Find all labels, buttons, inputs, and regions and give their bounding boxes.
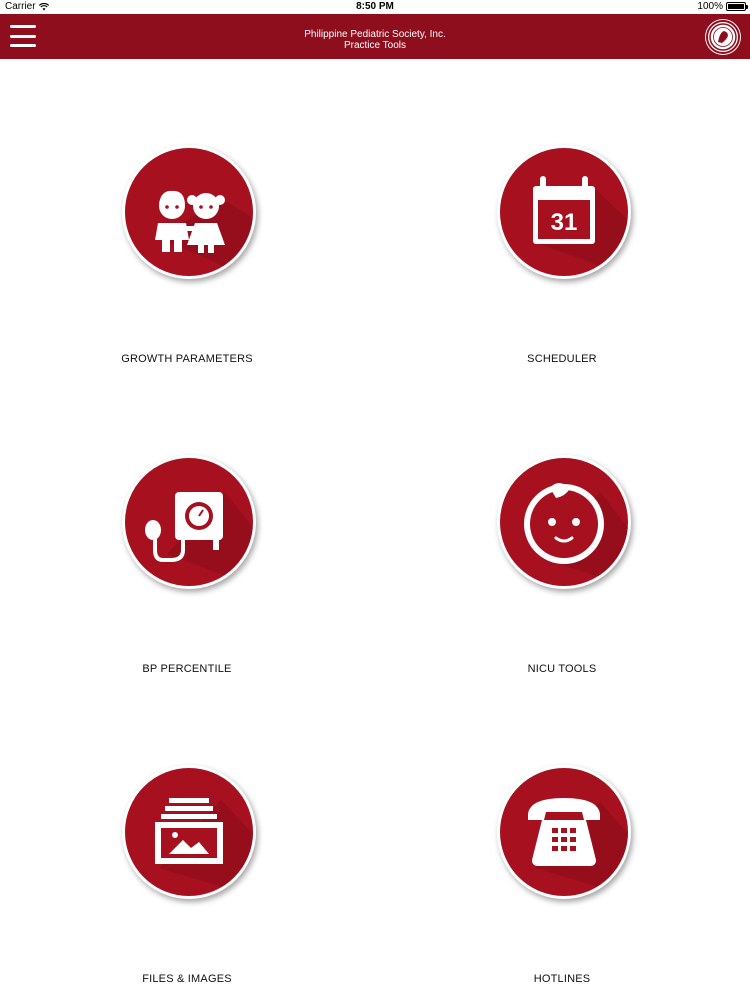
tile-nicu-tools[interactable]: NICU TOOLS [412,455,712,680]
battery-percent: 100% [697,1,723,12]
society-logo [706,20,740,54]
tile-scheduler[interactable]: 31 SCHEDULER [412,145,712,370]
tile-growth-parameters[interactable]: GROWTH PARAMETERS [37,145,337,370]
hotlines-button[interactable] [497,765,631,899]
calendar-icon: 31 [533,176,628,276]
tile-label: GROWTH PARAMETERS [121,353,253,365]
tile-files-images[interactable]: FILES & IMAGES [37,765,337,990]
children-icon [155,190,253,276]
telephone-icon [528,798,628,896]
bp-percentile-button[interactable] [122,455,256,589]
clock: 8:50 PM [356,1,394,12]
tile-label: FILES & IMAGES [142,973,232,985]
scheduler-button[interactable]: 31 [497,145,631,279]
blood-pressure-icon [145,492,253,586]
image-files-icon [155,798,253,896]
battery-icon [726,2,748,11]
calendar-day: 31 [551,209,578,236]
nav-bar: Philippine Pediatric Society, Inc. Pract… [0,14,750,59]
baby-face-icon [524,483,628,586]
tile-label: BP PERCENTILE [142,663,232,675]
title-line-1: Philippine Pediatric Society, Inc. [304,29,446,40]
page-title: Philippine Pediatric Society, Inc. Pract… [0,29,750,51]
title-line-2: Practice Tools [343,40,407,51]
battery-indicator: 100% [697,1,748,12]
tile-label: NICU TOOLS [527,663,597,675]
tile-label: HOTLINES [533,973,591,985]
tile-hotlines[interactable]: HOTLINES [412,765,712,990]
tile-label: SCHEDULER [527,353,597,365]
status-bar: Carrier 8:50 PM 100% [0,0,750,14]
growth-parameters-button[interactable] [122,145,256,279]
tile-bp-percentile[interactable]: BP PERCENTILE [37,455,337,680]
files-images-button[interactable] [122,765,256,899]
nicu-tools-button[interactable] [497,455,631,589]
